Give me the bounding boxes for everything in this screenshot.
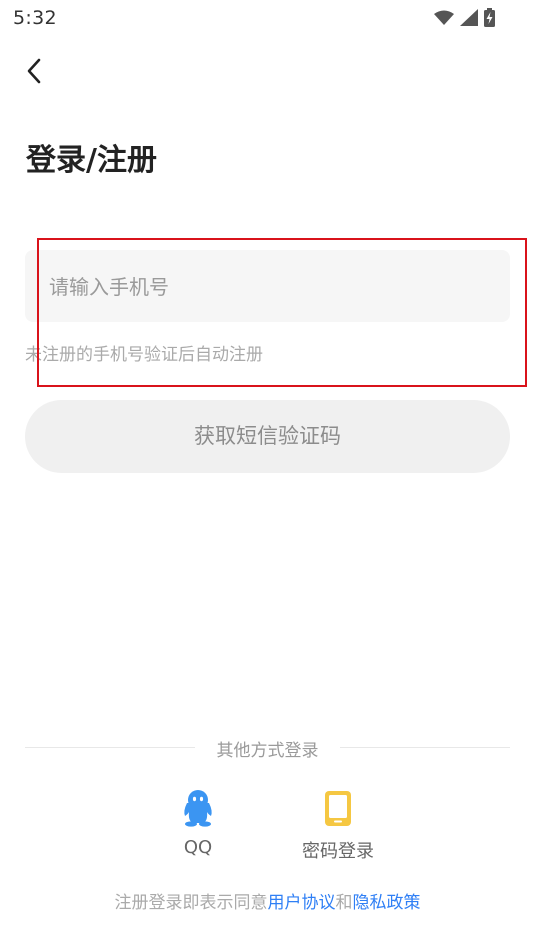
status-bar: 5:32 — [0, 0, 535, 36]
qq-penguin-icon — [184, 790, 212, 827]
status-time: 5:32 — [13, 7, 57, 29]
divider-line-left — [25, 747, 195, 748]
qq-login-button[interactable]: QQ — [168, 790, 228, 858]
chevron-left-icon — [27, 58, 41, 84]
agreement-text: 注册登录即表示同意用户协议和隐私政策 — [0, 888, 535, 913]
get-sms-code-button[interactable]: 获取短信验证码 — [25, 400, 510, 473]
status-icons — [434, 8, 495, 27]
battery-charging-icon — [484, 8, 495, 27]
wifi-icon — [434, 10, 454, 25]
user-agreement-link[interactable]: 用户协议 — [268, 893, 336, 913]
password-login-button[interactable]: 密码登录 — [293, 790, 383, 863]
qq-login-label: QQ — [183, 837, 213, 858]
highlight-box — [37, 238, 527, 387]
signal-icon — [460, 9, 478, 26]
back-button[interactable] — [20, 56, 50, 86]
divider-line-right — [340, 747, 510, 748]
agreement-prefix: 注册登录即表示同意 — [114, 893, 268, 913]
password-login-label: 密码登录 — [302, 841, 374, 862]
privacy-policy-link[interactable]: 隐私政策 — [353, 893, 421, 913]
page-title: 登录/注册 — [26, 143, 157, 178]
agreement-conjunction: 和 — [335, 893, 353, 913]
phone-icon — [325, 791, 351, 826]
other-login-label: 其他方式登录 — [216, 741, 319, 761]
